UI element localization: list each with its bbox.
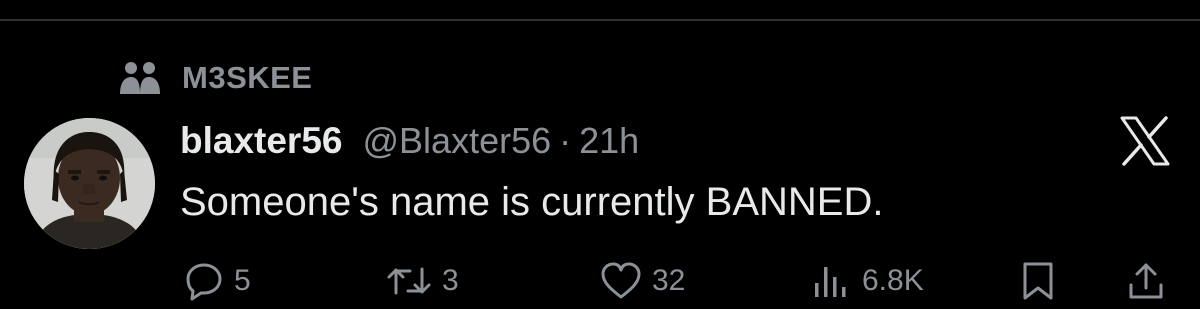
community-context[interactable]: M3SKEE [118, 58, 312, 98]
reply-button[interactable]: 5 [184, 258, 251, 304]
reply-count: 5 [234, 264, 251, 297]
user-handle[interactable]: @Blaxter56 [363, 120, 552, 162]
tweet-header: blaxter56 @Blaxter56 · 21h [180, 118, 639, 164]
community-name: M3SKEE [182, 60, 313, 95]
repost-button[interactable]: 3 [386, 258, 459, 304]
share-icon [1126, 261, 1166, 301]
bookmark-icon [1020, 261, 1056, 301]
share-button[interactable] [1126, 258, 1166, 304]
bookmark-button[interactable] [1020, 258, 1056, 304]
repost-count: 3 [442, 264, 459, 297]
avatar[interactable] [24, 118, 155, 249]
repost-icon [386, 261, 432, 301]
heart-icon [600, 261, 642, 301]
like-count: 32 [652, 264, 686, 297]
views-count: 6.8K [862, 264, 924, 297]
display-name[interactable]: blaxter56 [180, 120, 343, 162]
community-icon [118, 58, 162, 98]
like-button[interactable]: 32 [600, 258, 685, 304]
tweet-text: Someone's name is currently BANNED. [180, 180, 884, 224]
separator-dot: · [559, 120, 572, 161]
top-divider [0, 19, 1200, 21]
views-icon [812, 261, 852, 301]
reply-icon [184, 261, 224, 301]
action-bar: 5 3 32 6.8K [0, 258, 1200, 304]
views-button[interactable]: 6.8K [812, 258, 924, 304]
x-logo-icon [1118, 116, 1172, 166]
timestamp[interactable]: 21h [579, 120, 639, 162]
